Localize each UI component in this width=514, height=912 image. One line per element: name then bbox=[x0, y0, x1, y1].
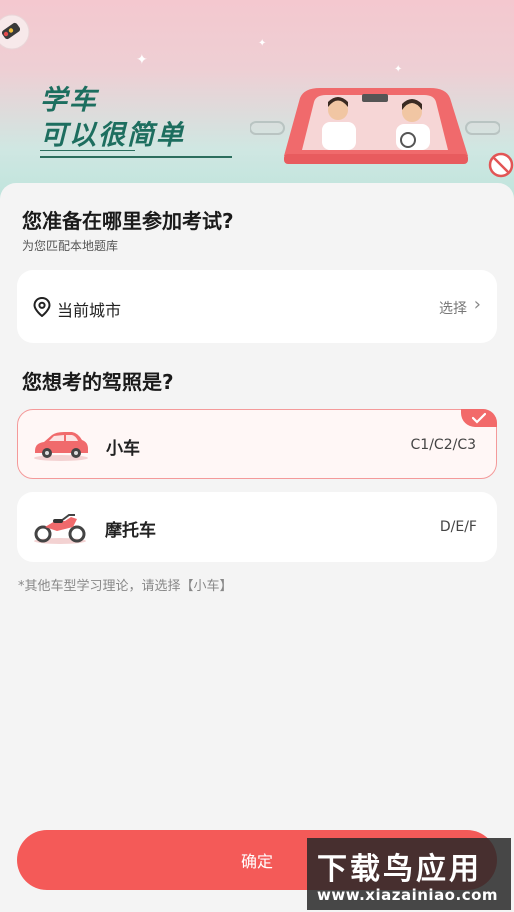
exam-location-question: 您准备在哪里参加考试? bbox=[22, 209, 234, 233]
driving-car-illustration bbox=[250, 88, 500, 164]
sparkle-icon: ✦ bbox=[136, 52, 148, 68]
selected-check-badge bbox=[461, 409, 497, 427]
city-label: 当前城市 bbox=[57, 301, 122, 320]
traffic-light-icon bbox=[0, 14, 30, 50]
license-name: 小车 bbox=[106, 439, 140, 459]
city-selector[interactable]: 当前城市 选择 › bbox=[17, 270, 497, 343]
hero-title-line2: 可以很简单 bbox=[40, 120, 185, 151]
chevron-right-icon: › bbox=[473, 294, 481, 315]
sparkle-icon: ✦ bbox=[394, 64, 403, 75]
city-select-link[interactable]: 选择 bbox=[439, 298, 467, 318]
license-option-car[interactable]: 小车 C1/C2/C3 bbox=[17, 409, 497, 479]
license-name: 摩托车 bbox=[105, 521, 156, 541]
location-pin-icon bbox=[33, 297, 51, 317]
hero-underline bbox=[40, 150, 135, 151]
no-entry-sign-icon bbox=[488, 152, 514, 178]
license-type-question: 您想考的驾照是? bbox=[22, 370, 174, 394]
license-codes: D/E/F bbox=[439, 519, 477, 535]
motorcycle-icon bbox=[34, 514, 86, 544]
watermark-title: 下载鸟应用 bbox=[317, 852, 482, 887]
hero-banner: ✦ ✦ ✦ 学车 可以很简单 bbox=[0, 0, 514, 200]
watermark-url: www.xiazainiao.com bbox=[317, 886, 499, 904]
hero-underline bbox=[40, 156, 232, 158]
exam-location-subtitle: 为您匹配本地题库 bbox=[22, 239, 119, 253]
license-option-motorcycle[interactable]: 摩托车 D/E/F bbox=[17, 492, 497, 562]
license-codes: C1/C2/C3 bbox=[410, 437, 476, 453]
sparkle-icon: ✦ bbox=[258, 38, 267, 49]
hero-title-line1: 学车 bbox=[40, 85, 98, 116]
watermark-logo: 下载鸟应用 www.xiazainiao.com bbox=[307, 838, 511, 910]
checkmark-icon bbox=[472, 412, 486, 424]
car-icon bbox=[34, 432, 88, 461]
license-hint-note: *其他车型学习理论，请选择【小车】 bbox=[18, 579, 233, 594]
